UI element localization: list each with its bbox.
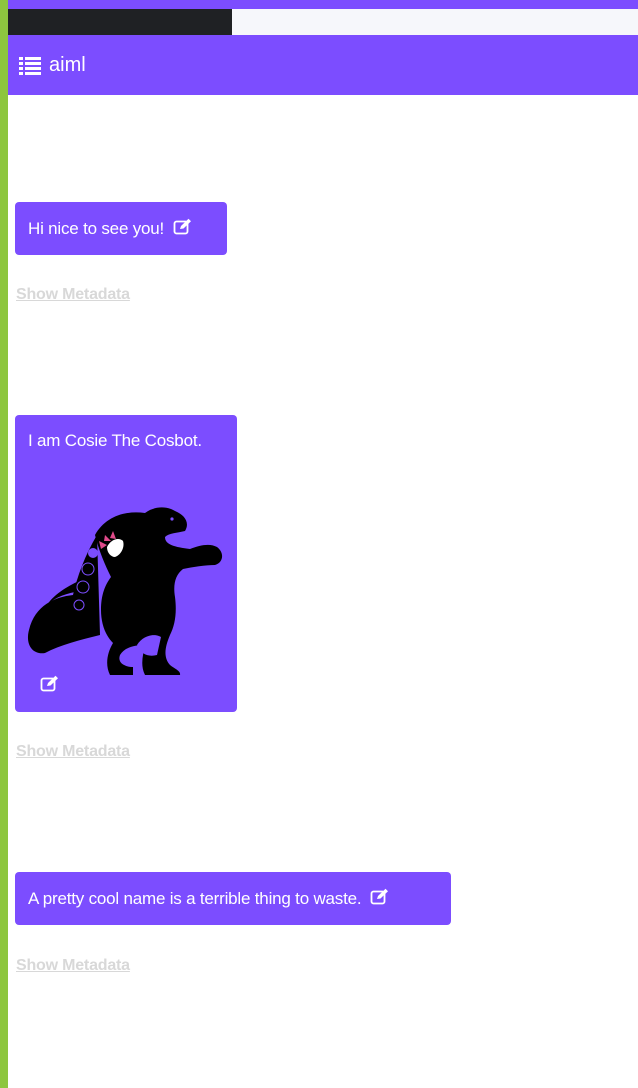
message-text: I am Cosie The Cosbot. — [28, 431, 202, 450]
message-text: Hi nice to see you! — [28, 219, 165, 238]
chat-message: I am Cosie The Cosbot. — [15, 415, 237, 712]
show-metadata-link[interactable]: Show Metadata — [16, 957, 130, 975]
edit-icon[interactable] — [370, 888, 390, 906]
left-accent-strip — [0, 0, 8, 1088]
edit-icon[interactable] — [40, 675, 60, 693]
show-metadata-link[interactable]: Show Metadata — [16, 743, 130, 761]
list-icon[interactable] — [18, 53, 42, 77]
edit-icon[interactable] — [173, 218, 193, 236]
chat-message: Hi nice to see you! — [15, 202, 227, 255]
bot-title: aiml — [49, 54, 86, 76]
dinosaur-image — [27, 507, 223, 675]
top-light-panel — [232, 9, 638, 35]
message-text: A pretty cool name is a terrible thing t… — [28, 889, 362, 908]
top-dark-panel — [8, 9, 232, 35]
top-accent-bar — [8, 0, 638, 9]
app-header: aiml — [8, 35, 638, 95]
chat-message: A pretty cool name is a terrible thing t… — [15, 872, 451, 925]
show-metadata-link[interactable]: Show Metadata — [16, 286, 130, 304]
